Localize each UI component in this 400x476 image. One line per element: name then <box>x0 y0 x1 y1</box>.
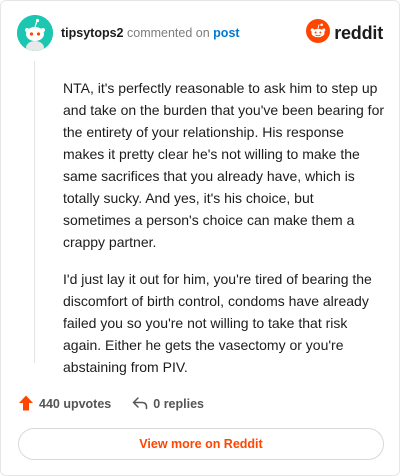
comment-embed-card: tipsytops2 commented on post reddit NTA,… <box>0 0 400 476</box>
comment-header: tipsytops2 commented on post reddit <box>17 15 383 51</box>
upvote-count: 440 upvotes <box>39 397 112 411</box>
comment-body: NTA, it's perfectly reasonable to ask hi… <box>63 77 385 393</box>
reply-arrow-icon <box>131 394 149 415</box>
reddit-wordmark: reddit <box>334 22 383 43</box>
reply-count: 0 replies <box>153 397 204 411</box>
thread-line <box>34 61 35 363</box>
snoo-avatar-icon[interactable] <box>17 15 53 51</box>
comment-paragraph: NTA, it's perfectly reasonable to ask hi… <box>63 80 385 250</box>
reddit-brand[interactable]: reddit <box>306 18 383 48</box>
comment-paragraph: I'd just lay it out for him, you're tire… <box>63 271 372 375</box>
comment-actions: 440 upvotes 0 replies <box>17 393 204 415</box>
comment-byline: tipsytops2 commented on post <box>61 26 240 40</box>
username-link[interactable]: tipsytops2 <box>61 26 124 40</box>
commented-on-text: commented on <box>127 26 210 40</box>
upvote-arrow-icon <box>17 394 35 415</box>
reddit-logo-icon <box>306 18 331 48</box>
upvote-button[interactable]: 440 upvotes <box>17 394 111 415</box>
view-more-button[interactable]: View more on Reddit <box>18 428 384 460</box>
post-link[interactable]: post <box>213 26 239 40</box>
reply-button[interactable]: 0 replies <box>131 394 204 415</box>
